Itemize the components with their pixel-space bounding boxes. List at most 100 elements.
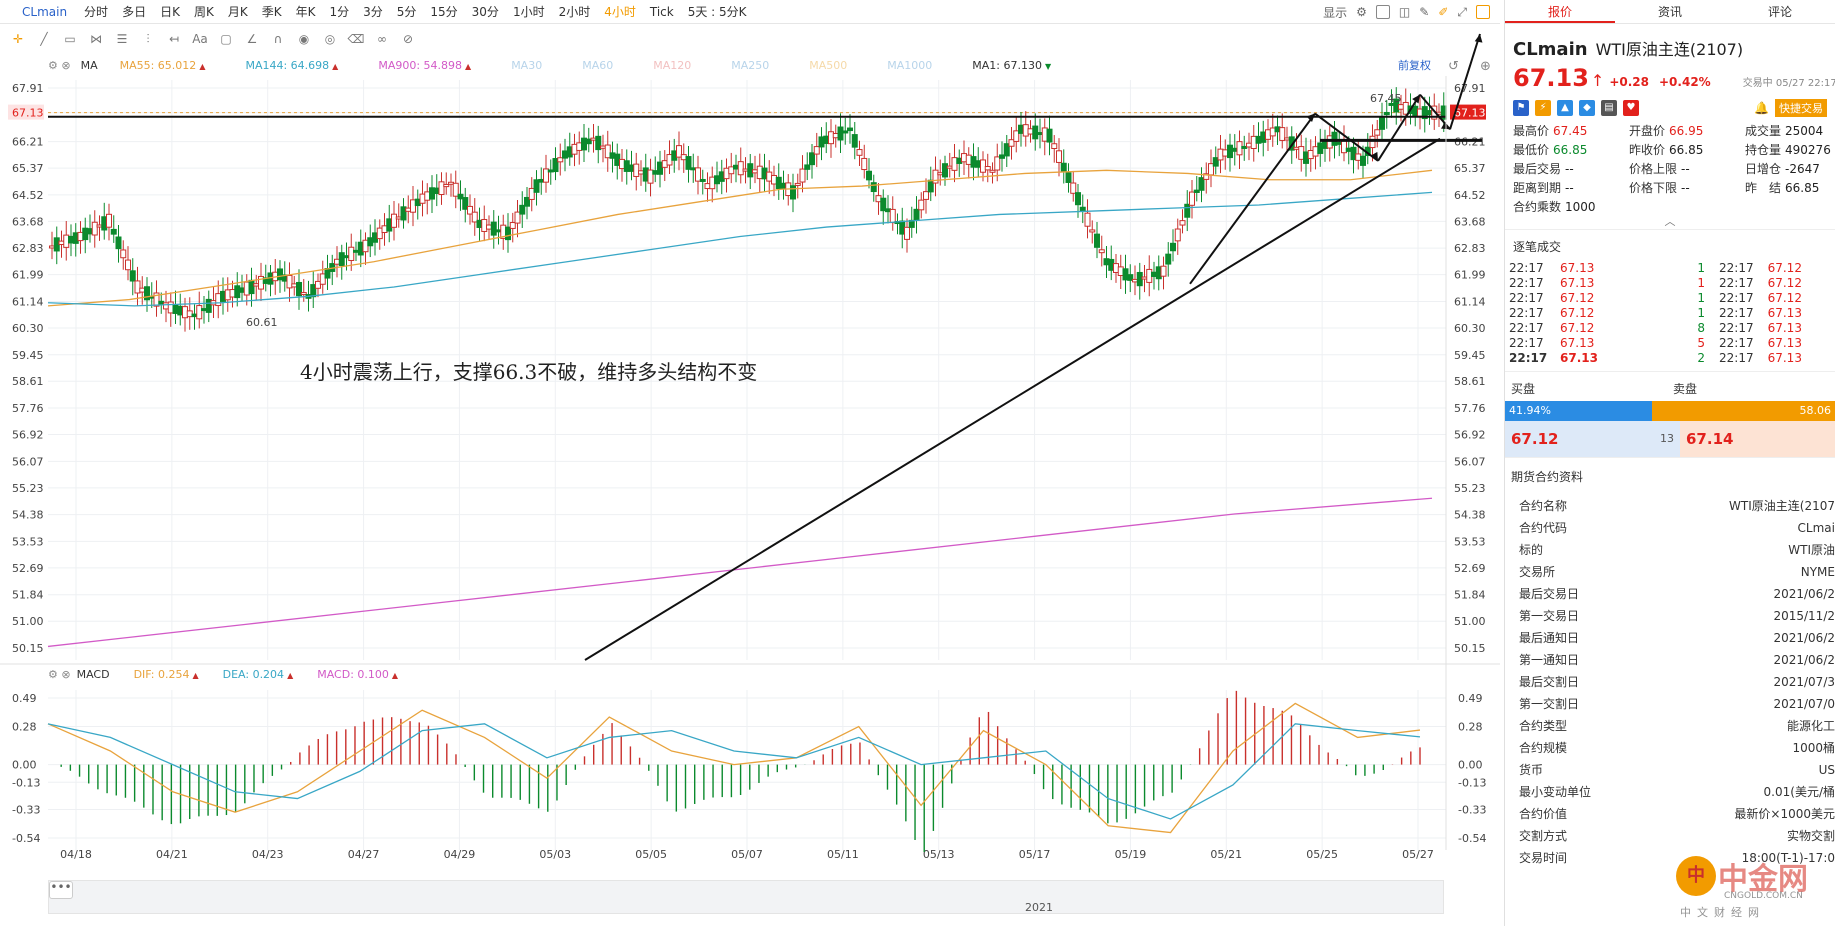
candle-body <box>1165 253 1172 265</box>
tab-news[interactable]: 资讯 <box>1615 0 1725 23</box>
price-chart[interactable]: 04/18 04/21 04/23 04/27 04/29 05/03 05/05 05/07… <box>0 0 1500 926</box>
add-indicator-icon: ⊕ <box>1480 59 1491 74</box>
info-row: 合约价值 最新价×1000美元 <box>1505 803 1835 825</box>
info-value: 2021/06/2 <box>1773 653 1835 667</box>
candle-body <box>904 226 910 240</box>
candle-body <box>984 166 991 171</box>
x-tick-label: 05/17 <box>1019 848 1051 861</box>
doc-icon[interactable]: ▤ <box>1601 100 1617 116</box>
tick-volume: 1 <box>1697 306 1705 320</box>
quote-stats: 最高价 67.45 开盘价 66.95 成交量 25004 最低价 66.85 昨收价 66.85… <box>1505 118 1835 215</box>
candle-body <box>1184 203 1191 218</box>
candle-body <box>889 208 896 224</box>
candle-body <box>1189 191 1195 206</box>
ma-line-ma144 <box>47 191 1433 307</box>
fast-icon[interactable]: ⚡ <box>1535 100 1551 116</box>
tick-time: 22:17 <box>1509 261 1544 275</box>
y-tick-label-right: 66.21 <box>1454 136 1486 149</box>
tick-price: 67.13 <box>1560 351 1598 365</box>
candle-body <box>856 149 863 156</box>
info-key: 合约规模 <box>1519 741 1568 755</box>
info-row: 合约类型 能源化工 <box>1505 715 1835 737</box>
current-price-label-left: 67.13 <box>12 107 44 120</box>
stat-value: 1000 <box>1565 200 1596 214</box>
up-arrow-icon: ↑ <box>1590 71 1605 90</box>
tag-icon[interactable]: ◆ <box>1579 100 1595 116</box>
info-row: 最后交易日 2021/06/2 <box>1505 583 1835 605</box>
navigator-year: 2021 <box>1025 901 1053 914</box>
y-tick-label-left: 65.37 <box>12 162 44 175</box>
flag-icon[interactable]: ⚑ <box>1513 100 1529 116</box>
navigator-handle[interactable]: ••• <box>49 881 73 899</box>
y-tick-label-left: 67.91 <box>12 82 44 95</box>
candle-body <box>1360 155 1366 166</box>
tick-time-2-text: 22:17 <box>1719 336 1754 350</box>
candle-body <box>994 156 1001 171</box>
stat-cell: 昨 结 66.85 <box>1745 179 1835 196</box>
candle-body <box>633 163 640 177</box>
candle-body <box>837 126 844 141</box>
y-tick-label-left: 58.61 <box>12 375 44 388</box>
heart-icon[interactable]: ♥ <box>1623 100 1639 116</box>
quick-trade-button[interactable]: 快捷交易 <box>1775 99 1827 117</box>
x-tick-label: 05/19 <box>1115 848 1147 861</box>
info-value: NYME <box>1800 565 1835 579</box>
y-tick-label-left: 52.69 <box>12 562 44 575</box>
y-tick-label-right: 56.07 <box>1454 455 1486 468</box>
tab-comments[interactable]: 评论 <box>1725 0 1835 23</box>
candle-body <box>120 249 127 259</box>
macd-y-tick-right: -0.13 <box>1458 776 1486 789</box>
candle-body <box>989 169 996 173</box>
stat-label: 昨 结 <box>1745 181 1782 195</box>
macd-legend: ⚙ ⊗ MACD DIF: 0.254 ▲ DEA: 0.204 ▲ MACD: 0… <box>48 668 422 681</box>
y-tick-label-right: 51.00 <box>1454 615 1486 628</box>
candle-body <box>1060 162 1067 172</box>
buy-ratio: 41.94% <box>1505 401 1652 421</box>
stat-cell: 价格上限 -- <box>1629 160 1745 177</box>
candle-body <box>1383 111 1390 116</box>
macd-name[interactable]: MACD <box>77 668 110 681</box>
y-tick-label-left: 63.68 <box>12 215 44 228</box>
candle-body <box>1051 143 1058 150</box>
tick-time-2-text: 22:17 <box>1719 306 1754 320</box>
dif-label: DIF: 0.254 ▲ <box>134 668 199 681</box>
tick-time: 22:17 <box>1509 306 1544 320</box>
price-change-pct: +0.42% <box>1659 75 1711 89</box>
ask-price[interactable]: 67.14 <box>1680 421 1835 457</box>
price-row: 67.13 ↑ +0.28 +0.42% 交易中 05/27 22:17(美 <box>1505 64 1835 92</box>
candle-body <box>861 157 868 171</box>
info-key: 最小变动单位 <box>1519 785 1592 799</box>
stat-cell: 最高价 67.45 <box>1513 122 1629 139</box>
time-navigator[interactable]: ••• 2021 <box>48 880 1444 914</box>
bid-price[interactable]: 67.12 13 <box>1505 421 1680 457</box>
info-value: 1000桶 <box>1792 741 1835 755</box>
current-price-label-right: 67.13 <box>1454 107 1486 120</box>
stat-label: 日增仓 <box>1745 162 1782 176</box>
info-value: 2021/06/2 <box>1773 631 1835 645</box>
info-value: 最新价×1000美元 <box>1734 807 1835 821</box>
candle-body <box>799 168 806 183</box>
y-tick-label-left: 51.84 <box>12 589 44 602</box>
tab-quote[interactable]: 报价 <box>1505 0 1615 23</box>
stat-value: -2647 <box>1785 162 1820 176</box>
x-tick-label: 05/07 <box>731 848 763 861</box>
bell-icon[interactable]: 🔔 <box>1754 101 1769 115</box>
tick-right-group: 22:17 67.12 <box>1719 261 1829 275</box>
info-row: 交割方式 实物交割 <box>1505 825 1835 847</box>
stat-label: 最后交易 <box>1513 162 1562 176</box>
chart-icon[interactable]: ▲ <box>1557 100 1573 116</box>
stat-label: 最低价 <box>1513 143 1550 157</box>
candle-body <box>106 213 112 228</box>
dea-value: DEA: 0.204 <box>222 668 285 681</box>
stat-value: 66.85 <box>1785 181 1820 195</box>
info-row: 第一交易日 2015/11/2 <box>1505 605 1835 627</box>
collapse-icon[interactable]: ︿ <box>1505 215 1835 229</box>
candle-body <box>248 279 255 295</box>
tick-volume: 1 <box>1697 261 1705 275</box>
macd-settings-icon[interactable]: ⚙ ⊗ <box>48 668 71 681</box>
x-tick-label: 04/23 <box>252 848 284 861</box>
y-tick-label-right: 53.53 <box>1454 535 1486 548</box>
symbol-name: WTI原油主连(2107) <box>1595 40 1744 59</box>
tick-time: 22:17 <box>1509 351 1548 365</box>
x-tick-label: 05/13 <box>923 848 955 861</box>
